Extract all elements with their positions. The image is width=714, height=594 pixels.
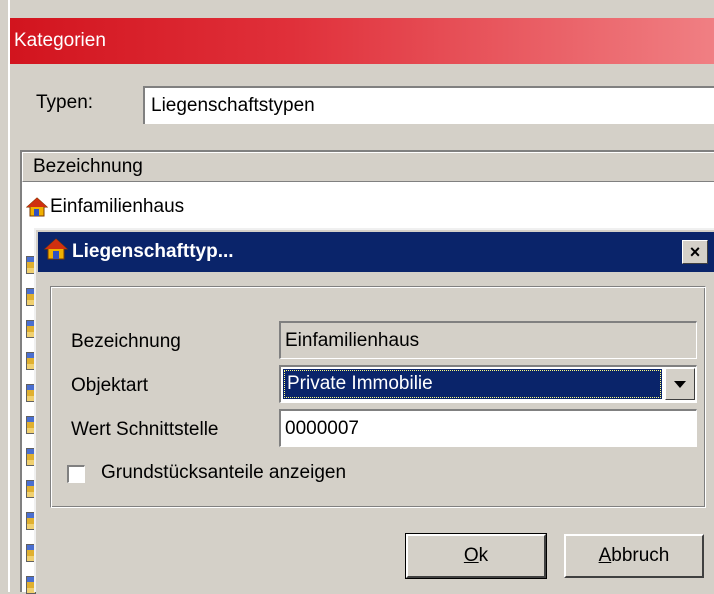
objektart-label: Objektart — [71, 375, 149, 396]
abbruch-button[interactable]: Abbruch — [564, 534, 704, 578]
objektart-select[interactable]: Private Immobilie — [279, 365, 697, 403]
grundstuecksanteile-checkbox[interactable] — [67, 465, 85, 483]
column-header-bezeichnung[interactable]: Bezeichnung — [22, 152, 714, 182]
typen-label: Typen: — [36, 92, 94, 113]
objektart-selected: Private Immobilie — [283, 369, 662, 399]
properties-group: Bezeichnung Einfamilienhaus Objektart Pr… — [50, 286, 706, 508]
typen-field[interactable]: Liegenschaftstypen — [143, 86, 714, 124]
close-icon: × — [689, 242, 701, 262]
close-button[interactable]: × — [682, 240, 708, 264]
dropdown-button[interactable] — [665, 368, 695, 400]
liegenschafttyp-dialog: Liegenschafttyp... × Bezeichnung Einfami… — [34, 228, 714, 592]
list-item[interactable]: Einfamilienhaus — [25, 192, 185, 222]
window-title: Kategorien — [14, 30, 106, 51]
wert-schnittstelle-field[interactable]: 0000007 — [279, 409, 697, 447]
bezeichnung-label: Bezeichnung — [71, 331, 181, 352]
chevron-down-icon — [674, 380, 686, 388]
window-title-bar: Kategorien — [10, 18, 714, 64]
bezeichnung-field: Einfamilienhaus — [279, 321, 697, 359]
house-icon — [43, 237, 69, 267]
typen-value: Liegenschaftstypen — [151, 95, 315, 116]
dialog-title-bar[interactable]: Liegenschafttyp... × — [38, 232, 714, 272]
wert-schnittstelle-label: Wert Schnittstelle — [71, 419, 219, 440]
list-item-label: Einfamilienhaus — [50, 196, 185, 217]
grundstuecksanteile-label[interactable]: Grundstücksanteile anzeigen — [101, 462, 346, 484]
dialog-title: Liegenschafttyp... — [72, 241, 234, 262]
house-icon — [25, 196, 49, 218]
ok-button[interactable]: Ok — [405, 533, 547, 579]
